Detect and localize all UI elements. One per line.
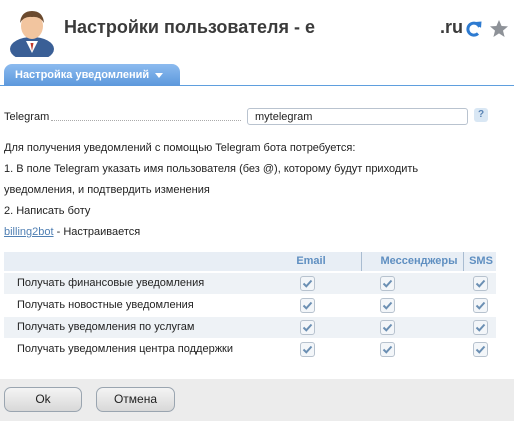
bot-info: billing2bot - Настраивается bbox=[4, 226, 140, 238]
check-icon bbox=[382, 279, 393, 288]
sms-checkbox[interactable] bbox=[473, 276, 488, 291]
notifications-table-header: Email Мессенджеры SMS bbox=[4, 252, 496, 271]
row-label: Получать уведомления по услугам bbox=[17, 321, 195, 333]
messengers-checkbox[interactable] bbox=[380, 320, 395, 335]
column-divider bbox=[361, 252, 362, 271]
user-avatar-icon bbox=[10, 11, 54, 57]
sms-checkbox[interactable] bbox=[473, 342, 488, 357]
column-divider bbox=[463, 252, 464, 271]
check-icon bbox=[475, 323, 486, 332]
bot-link[interactable]: billing2bot bbox=[4, 226, 54, 238]
info-step-1-cont: уведомления, и подтвердить изменения bbox=[4, 184, 210, 196]
label-leader-dots bbox=[51, 120, 241, 121]
row-label: Получать уведомления центра поддержки bbox=[17, 343, 234, 355]
telegram-input[interactable] bbox=[247, 108, 468, 125]
refresh-icon[interactable] bbox=[463, 18, 485, 40]
check-icon bbox=[302, 279, 313, 288]
cancel-button[interactable]: Отмена bbox=[96, 387, 175, 412]
row-label: Получать финансовые уведомления bbox=[17, 277, 205, 289]
chevron-down-icon bbox=[155, 72, 164, 78]
dialog-header: Настройки пользователя - e .ru bbox=[0, 0, 514, 62]
messengers-checkbox[interactable] bbox=[380, 298, 395, 313]
table-row: Получать финансовые уведомления bbox=[4, 273, 496, 294]
check-icon bbox=[302, 345, 313, 354]
column-email: Email bbox=[296, 255, 326, 267]
star-icon[interactable] bbox=[488, 18, 510, 40]
messengers-checkbox[interactable] bbox=[380, 276, 395, 291]
table-row: Получать уведомления по услугам bbox=[4, 317, 496, 338]
table-row: Получать новостные уведомления bbox=[4, 295, 496, 316]
email-checkbox[interactable] bbox=[300, 276, 315, 291]
page-title: Настройки пользователя - e .ru bbox=[64, 17, 464, 37]
check-icon bbox=[302, 301, 313, 310]
email-checkbox[interactable] bbox=[300, 298, 315, 313]
info-intro: Для получения уведомлений с помощью Tele… bbox=[4, 142, 356, 154]
check-icon bbox=[475, 279, 486, 288]
bot-status: - Настраивается bbox=[53, 226, 141, 238]
info-step-2: 2. Написать боту bbox=[4, 205, 91, 217]
check-icon bbox=[382, 345, 393, 354]
info-step-1: 1. В поле Telegram указать имя пользоват… bbox=[4, 163, 419, 175]
tab-label: Настройка уведомлений bbox=[15, 69, 150, 81]
table-row: Получать уведомления центра поддержки bbox=[4, 339, 496, 360]
column-sms: SMS bbox=[469, 255, 493, 267]
help-icon[interactable]: ? bbox=[474, 108, 488, 122]
check-icon bbox=[382, 301, 393, 310]
messengers-checkbox[interactable] bbox=[380, 342, 395, 357]
row-label: Получать новостные уведомления bbox=[17, 299, 194, 311]
tab-notification-settings[interactable]: Настройка уведомлений bbox=[4, 64, 180, 86]
check-icon bbox=[475, 345, 486, 354]
check-icon bbox=[382, 323, 393, 332]
email-checkbox[interactable] bbox=[300, 320, 315, 335]
ok-button[interactable]: Ok bbox=[4, 387, 82, 412]
column-messengers: Мессенджеры bbox=[380, 255, 458, 267]
sms-checkbox[interactable] bbox=[473, 320, 488, 335]
sms-checkbox[interactable] bbox=[473, 298, 488, 313]
email-checkbox[interactable] bbox=[300, 342, 315, 357]
check-icon bbox=[475, 301, 486, 310]
telegram-label: Telegram bbox=[4, 111, 50, 123]
check-icon bbox=[302, 323, 313, 332]
